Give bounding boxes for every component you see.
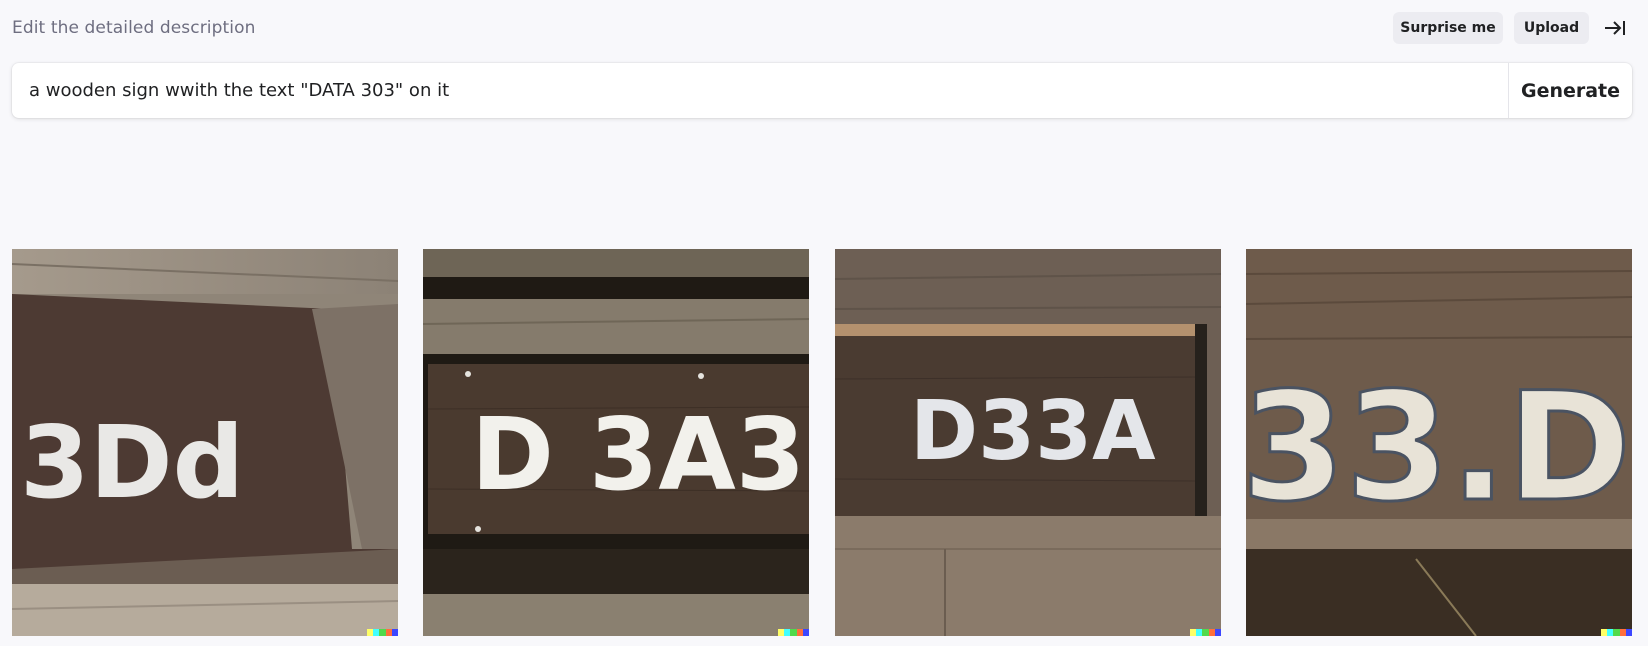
prompt-bar: Generate: [12, 63, 1632, 118]
sign-text-1: 3Dd: [20, 404, 244, 521]
generate-button[interactable]: Generate: [1508, 63, 1632, 118]
collapse-panel-icon[interactable]: [1603, 18, 1627, 38]
result-image-1[interactable]: 3Dd: [12, 249, 398, 636]
sign-text-4: 33.D: [1246, 361, 1631, 535]
prompt-input[interactable]: [12, 63, 1508, 118]
watermark: [778, 629, 809, 636]
edit-hint: Edit the detailed description: [12, 18, 256, 38]
results-gallery: 3Dd D 3A3 D33A 33.D: [12, 249, 1632, 636]
surprise-me-button[interactable]: Surprise me: [1393, 12, 1503, 44]
result-image-3[interactable]: D33A: [835, 249, 1221, 636]
watermark: [1190, 629, 1221, 636]
sign-text-3: D33A: [910, 384, 1156, 479]
watermark: [367, 629, 398, 636]
result-image-4[interactable]: 33.D: [1246, 249, 1632, 636]
result-image-2[interactable]: D 3A3: [423, 249, 809, 636]
upload-button[interactable]: Upload: [1514, 12, 1589, 44]
top-bar: Edit the detailed description Surprise m…: [12, 12, 1636, 44]
sign-text-2: D 3A3: [471, 396, 805, 513]
watermark: [1601, 629, 1632, 636]
